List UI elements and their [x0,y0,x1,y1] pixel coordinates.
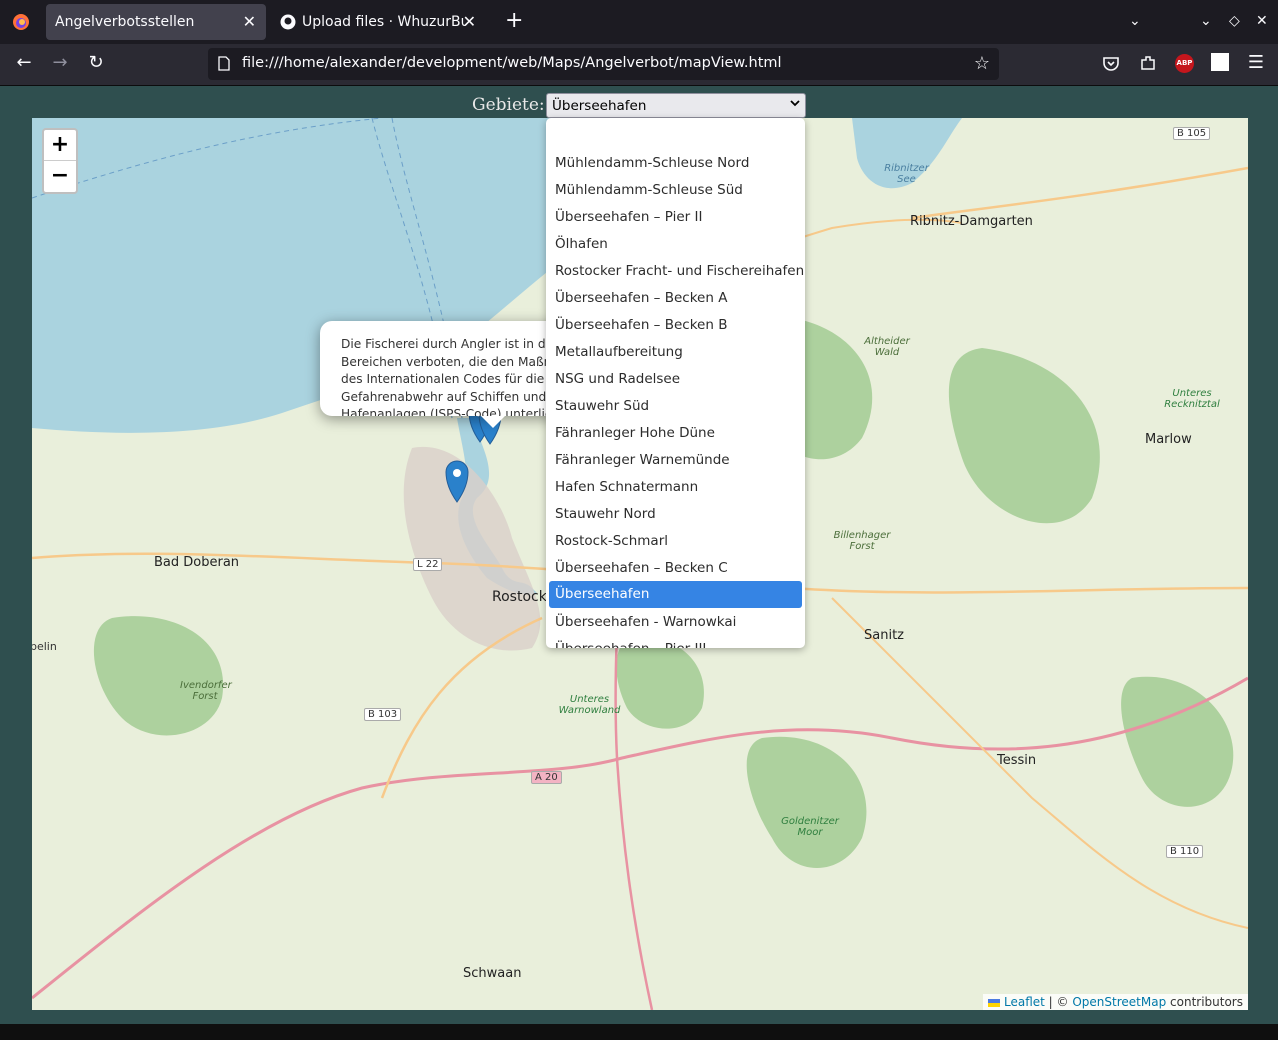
diamond-icon[interactable]: ◇ [1229,13,1240,29]
close-icon[interactable]: ✕ [463,12,476,31]
bottom-bar [0,1024,1278,1040]
option-nsg-radelsee[interactable]: NSG und Radelsee [549,366,802,393]
tab-title: Upload files · WhuzurBuddy [302,14,466,30]
forward-arrow-icon[interactable]: → [49,52,71,73]
github-icon [280,14,296,30]
place-recknitztal: Unteres Recknitztal [1164,388,1220,410]
option-muehlendamm-nord[interactable]: Mühlendamm-Schleuse Nord [549,150,802,177]
road-a20: A 20 [531,771,562,784]
place-goldenitzer: Goldenitzer Moor [781,816,839,838]
menu-icon[interactable]: ☰ [1245,52,1267,73]
popup-text: Die Fischerei durch Angler ist in den Be… [341,337,570,416]
tab-upload-files[interactable]: Upload files · WhuzurBuddy ✕ [274,4,486,40]
road-b110: B 110 [1166,845,1204,858]
chevron-down-icon[interactable]: ⌄ [1200,13,1212,29]
extension-icon[interactable] [1211,53,1229,71]
option-empty[interactable] [549,120,802,147]
map-popup: Die Fischerei durch Angler ist in den Be… [320,321,570,416]
close-icon[interactable]: ✕ [243,12,256,31]
back-arrow-icon[interactable]: ← [13,52,35,73]
tab-angelverbotsstellen[interactable]: Angelverbotsstellen ✕ [46,4,266,40]
option-schnatermann[interactable]: Hafen Schnatermann [549,474,802,501]
map-attribution: Leaflet | © OpenStreetMap contributors [983,994,1248,1010]
selected-area: Überseehafen [552,98,647,114]
road-b105: B 105 [1173,127,1211,140]
tab-bar: Angelverbotsstellen ✕ Upload files · Whu… [0,0,1278,44]
place-altheider: Altheider Wald [864,336,910,358]
leaflet-link[interactable]: Leaflet [1004,995,1045,1009]
areas-select[interactable]: Überseehafen [546,93,806,118]
option-oelhafen[interactable]: Ölhafen [549,231,802,258]
place-billenhager: Billenhager Forst [833,530,891,552]
place-ribnitzer-see: Ribnitzer See [884,163,929,185]
bookmark-star-icon[interactable]: ☆ [974,53,990,74]
option-schmarl[interactable]: Rostock-Schmarl [549,528,802,555]
option-becken-a[interactable]: Überseehafen – Becken A [549,285,802,312]
option-muehlendamm-sued[interactable]: Mühlendamm-Schleuse Süd [549,177,802,204]
option-ueberseehafen[interactable]: Überseehafen [549,581,802,608]
option-becken-b[interactable]: Überseehafen – Becken B [549,312,802,339]
place-bad-doberan: Bad Doberan [154,555,240,570]
place-tessin: Tessin [997,753,1037,768]
place-marlow: Marlow [1145,432,1192,447]
url-text: file:///home/alexander/development/web/M… [242,55,782,71]
zoom-control: + − [42,128,78,194]
window-close-icon[interactable]: ✕ [1256,13,1268,29]
areas-dropdown-list: Mühlendamm-Schleuse Nord Mühlendamm-Schl… [546,118,805,648]
option-fracht-fischereihafen[interactable]: Rostocker Fracht- und Fischereihafen [549,258,804,285]
road-l22: L 22 [413,558,443,571]
option-hohe-duene[interactable]: Fähranleger Hohe Düne [549,420,802,447]
zoom-in-button[interactable]: + [44,130,76,161]
adblock-icon[interactable]: ABP [1175,54,1194,73]
list-all-tabs-icon[interactable]: ⌄ [1129,13,1141,29]
pocket-icon[interactable] [1102,55,1120,73]
road-b103: B 103 [364,708,402,721]
option-metallaufbereitung[interactable]: Metallaufbereitung [549,339,802,366]
option-stauwehr-nord[interactable]: Stauwehr Nord [549,501,802,528]
place-belin: belin [32,640,57,653]
zoom-out-button[interactable]: − [44,161,76,191]
option-becken-c[interactable]: Überseehafen – Becken C [549,555,802,582]
option-pier-iii[interactable]: Überseehafen – Pier III [549,636,802,648]
place-ribnitz: Ribnitz-Damgarten [910,214,1033,229]
option-warnowkai[interactable]: Überseehafen - Warnowkai [549,609,802,636]
ukraine-flag-icon [988,998,1001,1007]
place-rostock: Rostock [492,589,547,605]
place-schwaan: Schwaan [463,966,522,981]
extensions-icon[interactable] [1139,54,1157,72]
new-tab-button[interactable]: + [505,10,523,32]
place-ivendorfer: Ivendorfer Forst [180,680,232,702]
reload-icon[interactable]: ↻ [85,52,107,73]
attribution-suffix: contributors [1166,995,1243,1009]
areas-label: Gebiete: [472,95,545,115]
url-bar[interactable]: file:///home/alexander/development/web/M… [208,48,999,80]
place-sanitz: Sanitz [864,628,904,643]
chevron-down-icon [790,100,800,107]
option-stauwehr-sued[interactable]: Stauwehr Süd [549,393,802,420]
osm-link[interactable]: OpenStreetMap [1072,995,1166,1009]
option-pier-ii[interactable]: Überseehafen – Pier II [549,204,802,231]
page-icon [218,56,230,71]
attribution-separator: | © [1044,995,1073,1009]
place-warnowland: Unteres Warnowland [558,694,621,716]
firefox-icon[interactable] [12,13,30,31]
option-warnemuende[interactable]: Fähranleger Warnemünde [549,447,802,474]
popup-tip [481,416,505,428]
navigation-bar: ← → ↻ file:///home/alexander/development… [0,44,1278,86]
tab-title: Angelverbotsstellen [55,14,195,30]
